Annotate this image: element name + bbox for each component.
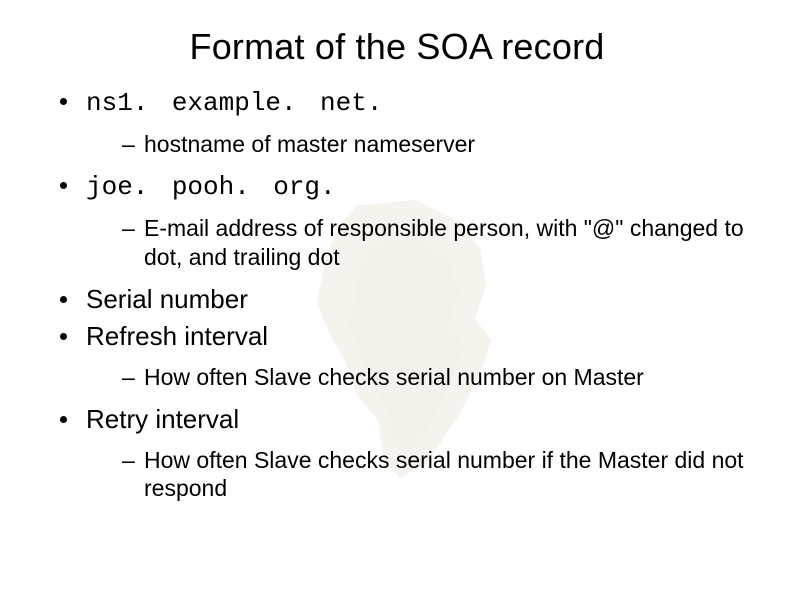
bullet-item: Refresh interval How often Slave checks … bbox=[60, 321, 754, 391]
bullet-item: joe. pooh. org. E-mail address of respon… bbox=[60, 170, 754, 271]
bullet-text: joe. pooh. org. bbox=[86, 172, 336, 202]
sub-list: How often Slave checks serial number on … bbox=[86, 363, 754, 392]
sub-item: hostname of master nameserver bbox=[122, 130, 754, 159]
bullet-item: Serial number bbox=[60, 284, 754, 316]
bullet-text: ns1. example. net. bbox=[86, 88, 382, 118]
bullet-item: Retry interval How often Slave checks se… bbox=[60, 404, 754, 503]
bullet-list: ns1. example. net. hostname of master na… bbox=[40, 86, 754, 503]
sub-list: hostname of master nameserver bbox=[86, 130, 754, 159]
bullet-text: Serial number bbox=[86, 284, 248, 314]
sub-item: How often Slave checks serial number if … bbox=[122, 446, 754, 504]
bullet-item: ns1. example. net. hostname of master na… bbox=[60, 86, 754, 158]
sub-list: E-mail address of responsible person, wi… bbox=[86, 214, 754, 272]
sub-list: How often Slave checks serial number if … bbox=[86, 446, 754, 504]
sub-item: How often Slave checks serial number on … bbox=[122, 363, 754, 392]
slide: Format of the SOA record ns1. example. n… bbox=[0, 0, 794, 535]
sub-item: E-mail address of responsible person, wi… bbox=[122, 214, 754, 272]
slide-title: Format of the SOA record bbox=[40, 26, 754, 68]
bullet-text: Retry interval bbox=[86, 404, 239, 434]
bullet-text: Refresh interval bbox=[86, 321, 268, 351]
